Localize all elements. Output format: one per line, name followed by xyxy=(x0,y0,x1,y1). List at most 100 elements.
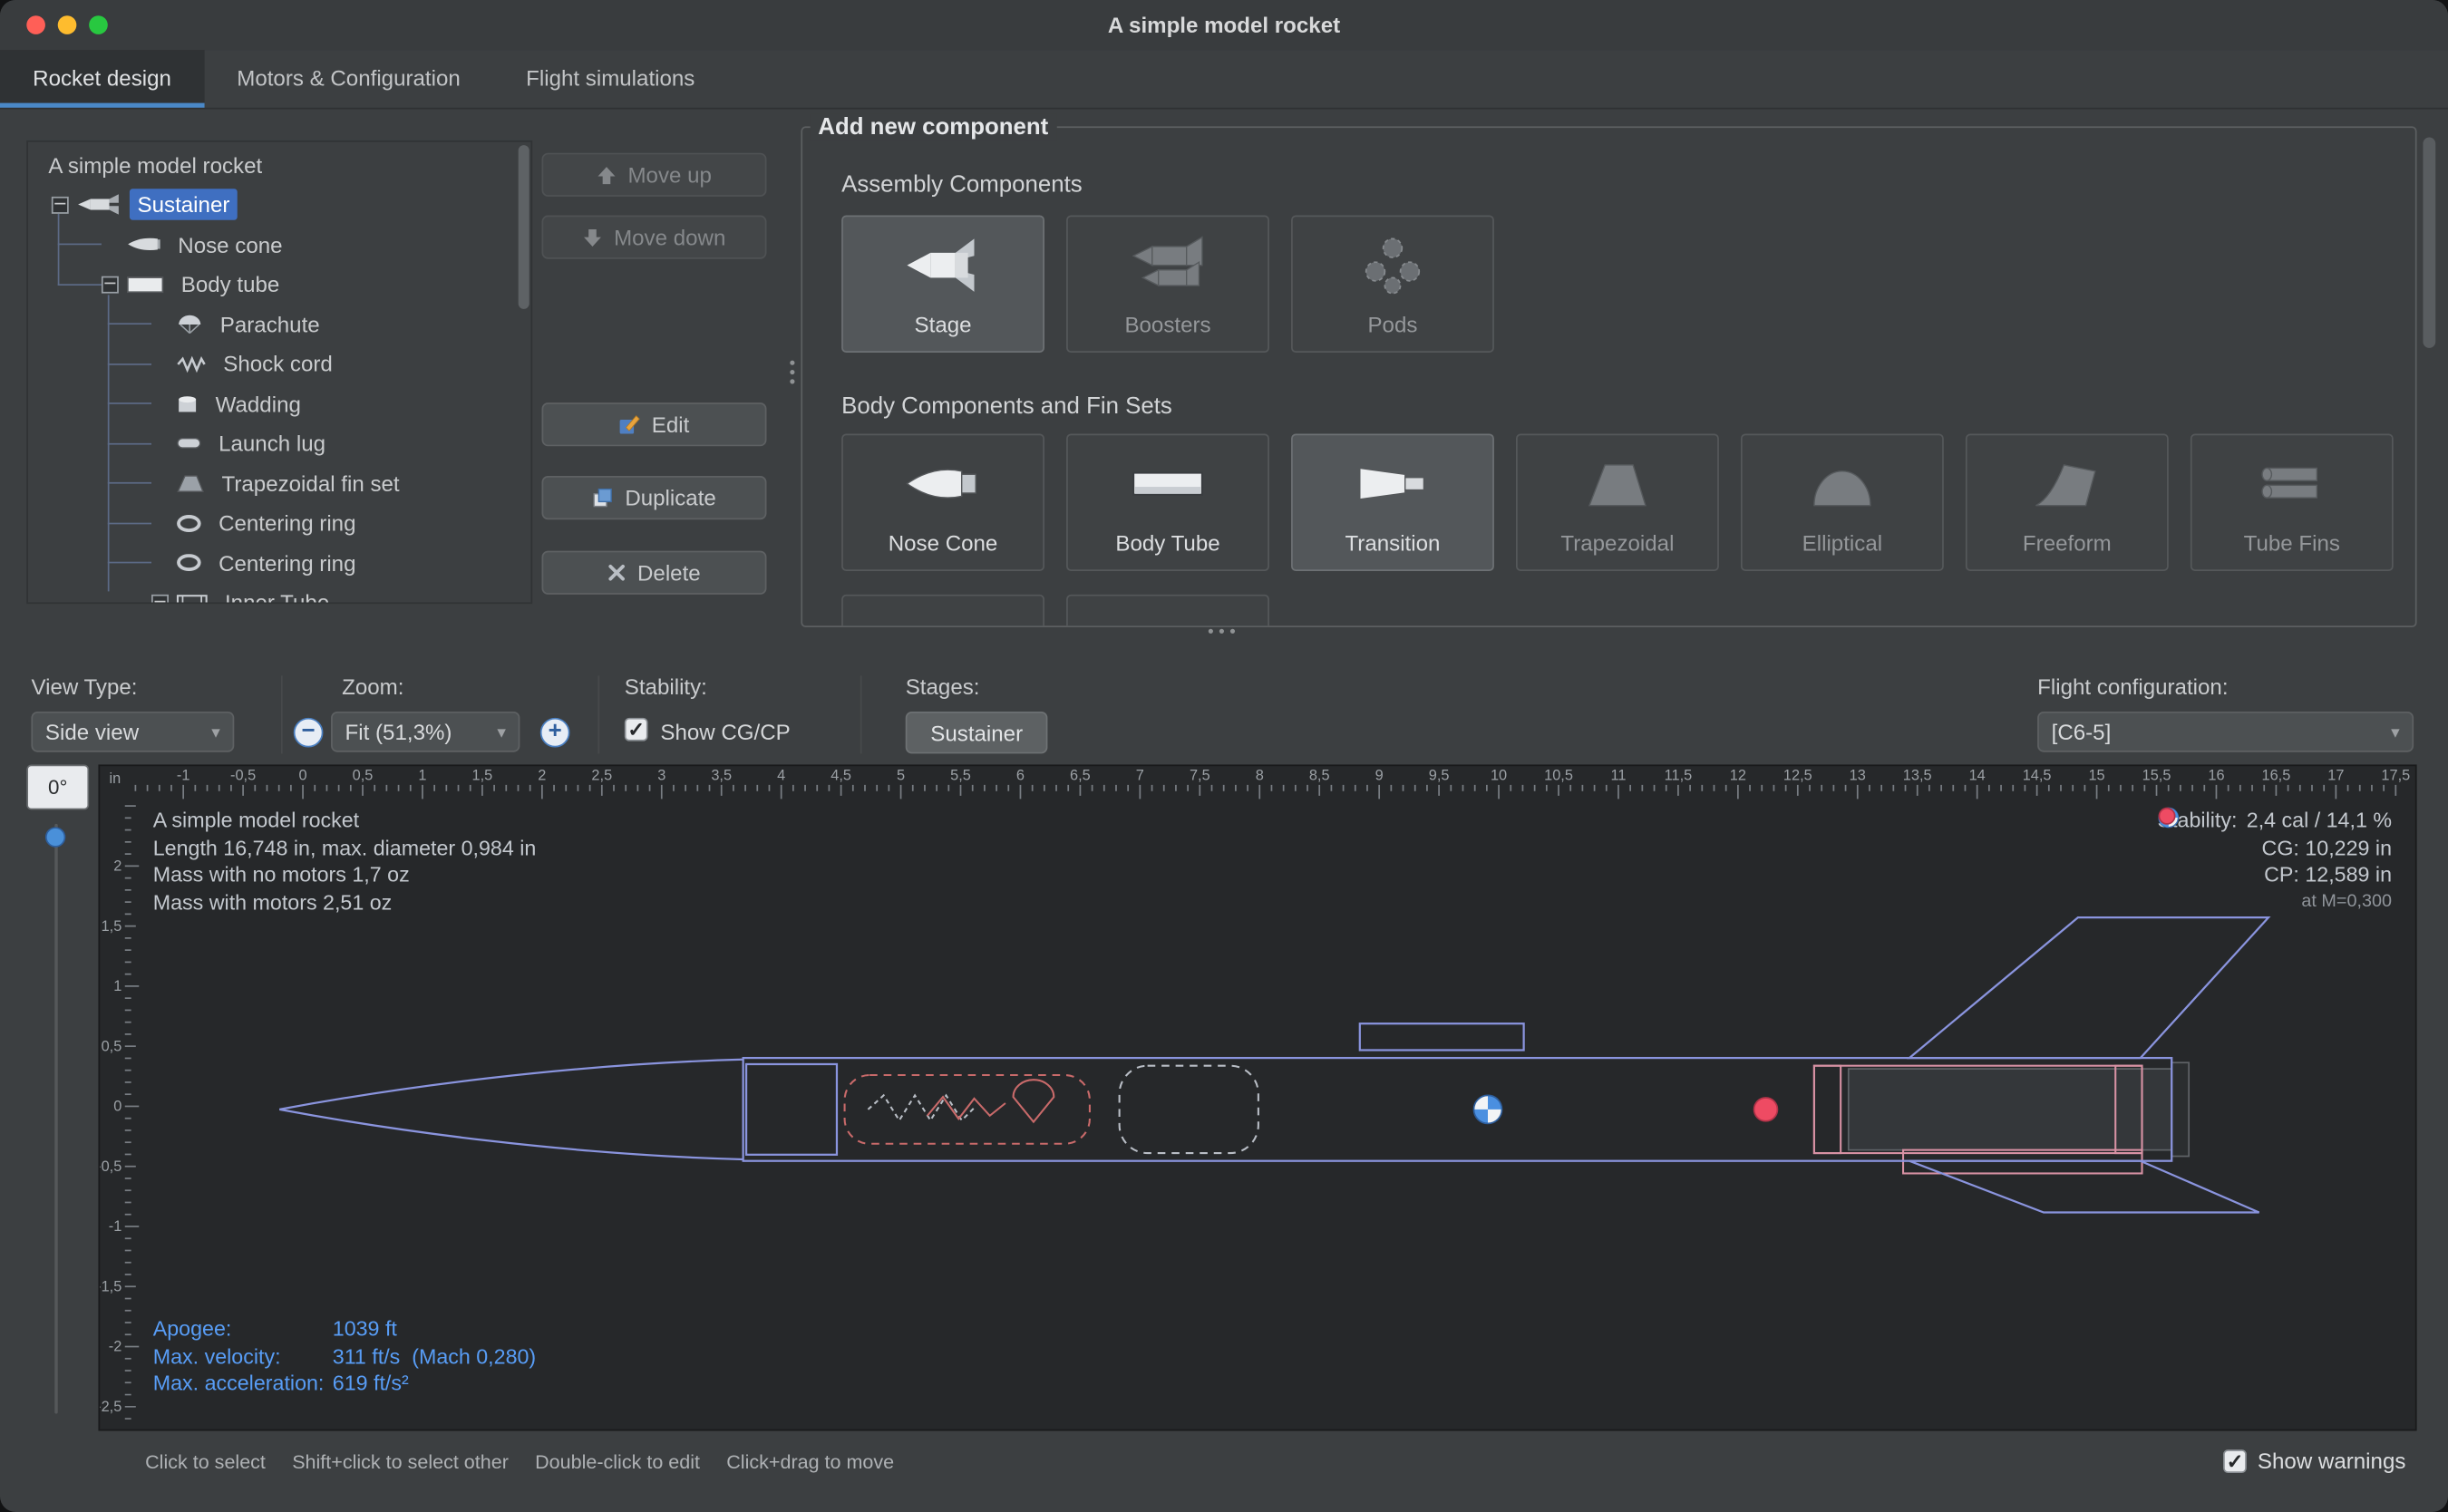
svg-text:4,5: 4,5 xyxy=(831,768,851,784)
component-button-trapezoidal[interactable]: Trapezoidal xyxy=(1516,434,1719,571)
tree-expander-icon[interactable] xyxy=(151,594,169,604)
rotation-slider-handle[interactable] xyxy=(45,827,65,847)
centering-ring-icon xyxy=(177,514,202,531)
delete-label: Delete xyxy=(637,560,701,586)
component-button-freeform[interactable]: Freeform xyxy=(1966,434,2169,571)
delete-button[interactable]: Delete xyxy=(542,551,767,595)
tree-item-shock-cord[interactable]: Shock cord xyxy=(151,344,340,383)
splitter-handle-icon[interactable] xyxy=(790,355,796,388)
view-type-value: Side view xyxy=(45,720,139,745)
panel-scrollbar-thumb[interactable] xyxy=(2423,137,2435,347)
duplicate-label: Duplicate xyxy=(625,485,716,510)
tree-connector xyxy=(108,323,151,325)
rocket-canvas[interactable]: in -1-0,500,511,522,533,544,555,566,577,… xyxy=(98,764,2416,1430)
cg-value: CG: 10,229 in xyxy=(2262,834,2392,861)
svg-text:4: 4 xyxy=(777,768,785,784)
status-hint: Click to select xyxy=(145,1451,266,1473)
freeform-fin-icon xyxy=(1967,452,2167,515)
rocket-mass-motors: Mass with motors 2,51 oz xyxy=(153,888,537,916)
stages-label: Stages: xyxy=(906,674,980,700)
view-type-label: View Type: xyxy=(31,674,137,700)
tree-scrollbar-thumb[interactable] xyxy=(519,145,529,309)
recovery-components-drawing xyxy=(845,1066,1258,1153)
tab-rocket-design[interactable]: Rocket design xyxy=(0,50,204,108)
component-button-pods[interactable]: Pods xyxy=(1291,216,1494,353)
view-type-select[interactable]: Side view ▾ xyxy=(31,712,234,752)
toolbar-separator xyxy=(860,675,862,753)
tree-item-a-simple-model-rocket[interactable]: A simple model rocket xyxy=(41,145,270,184)
main-tabs: Rocket designMotors & ConfigurationFligh… xyxy=(0,50,2448,109)
duplicate-button[interactable]: Duplicate xyxy=(542,476,767,519)
svg-text:17,5: 17,5 xyxy=(2381,768,2410,784)
openrocket-window: A simple model rocket Rocket designMotor… xyxy=(0,0,2448,1512)
component-button-nose-cone[interactable]: Nose Cone xyxy=(841,434,1044,571)
tree-item-centering-ring[interactable]: Centering ring xyxy=(151,503,364,542)
zoom-out-button[interactable]: − xyxy=(294,718,324,748)
tree-connector xyxy=(108,562,151,564)
svg-text:-1: -1 xyxy=(109,1218,122,1235)
zoom-label: Zoom: xyxy=(342,674,403,700)
section-label-body-components-and-fin-sets: Body Components and Fin Sets xyxy=(841,393,1172,420)
svg-text:16,5: 16,5 xyxy=(2262,768,2291,784)
cp-value: CP: 12,589 in xyxy=(2264,861,2392,888)
zoom-select[interactable]: Fit (51,3%) ▾ xyxy=(331,712,520,752)
component-button-tube-fins[interactable]: Tube Fins xyxy=(2191,434,2394,571)
tree-item-label: Inner Tube xyxy=(217,586,336,604)
component-button-elliptical[interactable]: Elliptical xyxy=(1741,434,1944,571)
move-up-button[interactable]: Move up xyxy=(542,153,767,197)
body-tube-big-icon xyxy=(1068,452,1268,515)
svg-text:15: 15 xyxy=(2088,768,2104,784)
zoom-in-button[interactable]: + xyxy=(540,718,570,748)
stage-icon xyxy=(843,234,1043,296)
tree-item-wadding[interactable]: Wadding xyxy=(151,383,308,422)
tree-item-centering-ring[interactable]: Centering ring xyxy=(151,543,364,582)
show-warnings-checkbox[interactable]: ✓ xyxy=(2223,1449,2247,1472)
show-cgcp-checkbox[interactable]: ✓ xyxy=(625,718,648,741)
boosters-icon xyxy=(1068,234,1268,296)
tree-item-sustainer[interactable]: Sustainer xyxy=(52,185,238,224)
svg-text:-0,5: -0,5 xyxy=(100,1158,121,1175)
svg-text:3,5: 3,5 xyxy=(711,768,732,784)
tree-item-launch-lug[interactable]: Launch lug xyxy=(151,423,334,462)
tree-connector xyxy=(108,402,151,404)
flight-config-select[interactable]: [C6-5] ▾ xyxy=(2037,712,2414,752)
tree-item-inner-tube[interactable]: Inner Tube xyxy=(151,583,337,604)
tree-item-parachute[interactable]: Parachute xyxy=(151,305,327,344)
move-down-button[interactable]: Move down xyxy=(542,216,767,259)
svg-text:9: 9 xyxy=(1375,768,1384,784)
svg-text:5,5: 5,5 xyxy=(950,768,971,784)
component-tree[interactable]: A simple model rocket Sustainer Nose coneB… xyxy=(26,141,532,604)
component-button-body-tube[interactable]: Body Tube xyxy=(1066,434,1269,571)
pods-icon xyxy=(1293,234,1492,296)
tab-motors-configuration[interactable]: Motors & Configuration xyxy=(204,50,493,108)
svg-text:15,5: 15,5 xyxy=(2142,768,2171,784)
svg-text:8: 8 xyxy=(1256,768,1264,784)
component-button-transition[interactable]: Transition xyxy=(1291,434,1494,571)
edit-button[interactable]: Edit xyxy=(542,402,767,446)
horizontal-ruler: -1-0,500,511,522,533,544,555,566,577,588… xyxy=(135,768,2410,800)
tree-item-label: Centering ring xyxy=(210,507,364,538)
svg-text:-0,5: -0,5 xyxy=(230,768,256,784)
tab-flight-simulations[interactable]: Flight simulations xyxy=(493,50,728,108)
svg-text:14: 14 xyxy=(1969,768,1986,784)
tree-item-label: Sustainer xyxy=(130,189,238,219)
component-button-partial[interactable] xyxy=(841,595,1044,627)
collapse-handle-icon[interactable] xyxy=(1209,629,1235,634)
stage-toggle-sustainer[interactable]: Sustainer xyxy=(906,712,1048,753)
component-button-label: Boosters xyxy=(1124,312,1210,337)
component-button-boosters[interactable]: Boosters xyxy=(1066,216,1269,353)
component-button-stage[interactable]: Stage xyxy=(841,216,1044,353)
tree-item-body-tube[interactable]: Body tube xyxy=(102,265,287,304)
component-button-partial[interactable] xyxy=(1066,595,1269,627)
tree-item-trapezoidal-fin-set[interactable]: Trapezoidal fin set xyxy=(151,463,407,502)
tree-expander-icon[interactable] xyxy=(102,276,119,293)
cp-marker xyxy=(1754,1098,1778,1121)
svg-text:0: 0 xyxy=(299,768,307,784)
move-up-label: Move up xyxy=(627,162,711,188)
statusbar-hints: Click to selectShift+click to select oth… xyxy=(145,1451,894,1473)
launch-lug-icon xyxy=(177,437,202,450)
nose-cone-icon xyxy=(126,236,160,253)
tree-expander-icon[interactable] xyxy=(52,196,69,213)
tree-item-nose-cone[interactable]: Nose cone xyxy=(102,225,290,264)
svg-text:6,5: 6,5 xyxy=(1070,768,1091,784)
